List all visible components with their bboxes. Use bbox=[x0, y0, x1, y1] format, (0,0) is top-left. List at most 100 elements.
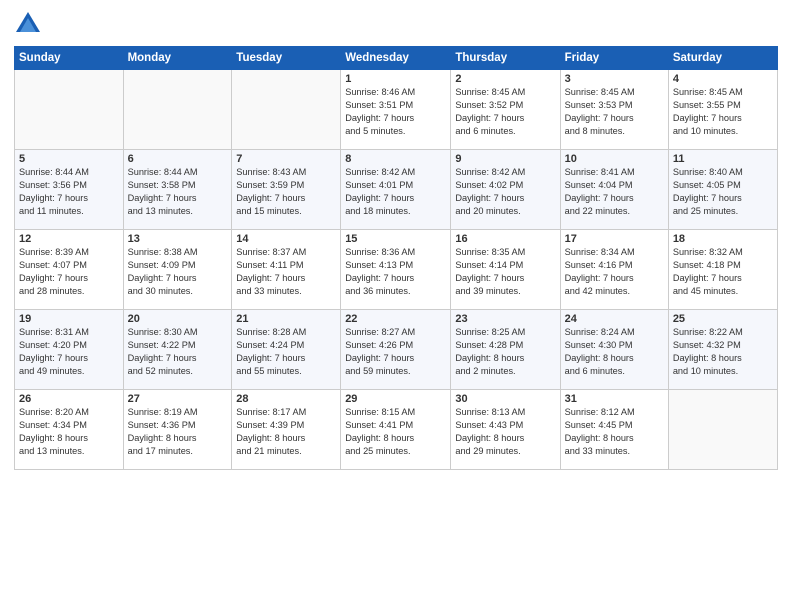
day-number: 30 bbox=[455, 393, 555, 405]
cell-content: Sunrise: 8:24 AM Sunset: 4:30 PM Dayligh… bbox=[565, 326, 664, 378]
cell-content: Sunrise: 8:40 AM Sunset: 4:05 PM Dayligh… bbox=[673, 166, 773, 218]
cell-content: Sunrise: 8:15 AM Sunset: 4:41 PM Dayligh… bbox=[345, 406, 446, 458]
cell-content: Sunrise: 8:28 AM Sunset: 4:24 PM Dayligh… bbox=[236, 326, 336, 378]
day-number: 31 bbox=[565, 393, 664, 405]
weekday-header-monday: Monday bbox=[123, 47, 232, 70]
calendar-week-5: 26Sunrise: 8:20 AM Sunset: 4:34 PM Dayli… bbox=[15, 390, 778, 470]
calendar-cell: 19Sunrise: 8:31 AM Sunset: 4:20 PM Dayli… bbox=[15, 310, 124, 390]
cell-content: Sunrise: 8:12 AM Sunset: 4:45 PM Dayligh… bbox=[565, 406, 664, 458]
calendar-cell bbox=[123, 70, 232, 150]
calendar-week-4: 19Sunrise: 8:31 AM Sunset: 4:20 PM Dayli… bbox=[15, 310, 778, 390]
day-number: 6 bbox=[128, 153, 228, 165]
calendar-cell: 18Sunrise: 8:32 AM Sunset: 4:18 PM Dayli… bbox=[668, 230, 777, 310]
calendar-cell: 12Sunrise: 8:39 AM Sunset: 4:07 PM Dayli… bbox=[15, 230, 124, 310]
cell-content: Sunrise: 8:17 AM Sunset: 4:39 PM Dayligh… bbox=[236, 406, 336, 458]
cell-content: Sunrise: 8:45 AM Sunset: 3:53 PM Dayligh… bbox=[565, 86, 664, 138]
calendar-week-1: 1Sunrise: 8:46 AM Sunset: 3:51 PM Daylig… bbox=[15, 70, 778, 150]
cell-content: Sunrise: 8:32 AM Sunset: 4:18 PM Dayligh… bbox=[673, 246, 773, 298]
day-number: 5 bbox=[19, 153, 119, 165]
cell-content: Sunrise: 8:37 AM Sunset: 4:11 PM Dayligh… bbox=[236, 246, 336, 298]
cell-content: Sunrise: 8:22 AM Sunset: 4:32 PM Dayligh… bbox=[673, 326, 773, 378]
cell-content: Sunrise: 8:44 AM Sunset: 3:56 PM Dayligh… bbox=[19, 166, 119, 218]
day-number: 23 bbox=[455, 313, 555, 325]
calendar-cell: 24Sunrise: 8:24 AM Sunset: 4:30 PM Dayli… bbox=[560, 310, 668, 390]
calendar-cell: 20Sunrise: 8:30 AM Sunset: 4:22 PM Dayli… bbox=[123, 310, 232, 390]
day-number: 4 bbox=[673, 73, 773, 85]
calendar-cell: 23Sunrise: 8:25 AM Sunset: 4:28 PM Dayli… bbox=[451, 310, 560, 390]
day-number: 17 bbox=[565, 233, 664, 245]
calendar-cell bbox=[668, 390, 777, 470]
cell-content: Sunrise: 8:42 AM Sunset: 4:02 PM Dayligh… bbox=[455, 166, 555, 218]
day-number: 27 bbox=[128, 393, 228, 405]
calendar-cell bbox=[15, 70, 124, 150]
calendar-week-2: 5Sunrise: 8:44 AM Sunset: 3:56 PM Daylig… bbox=[15, 150, 778, 230]
day-number: 16 bbox=[455, 233, 555, 245]
day-number: 22 bbox=[345, 313, 446, 325]
calendar-table: SundayMondayTuesdayWednesdayThursdayFrid… bbox=[14, 46, 778, 470]
calendar-cell: 10Sunrise: 8:41 AM Sunset: 4:04 PM Dayli… bbox=[560, 150, 668, 230]
day-number: 28 bbox=[236, 393, 336, 405]
calendar-cell: 28Sunrise: 8:17 AM Sunset: 4:39 PM Dayli… bbox=[232, 390, 341, 470]
calendar-week-3: 12Sunrise: 8:39 AM Sunset: 4:07 PM Dayli… bbox=[15, 230, 778, 310]
weekday-header-row: SundayMondayTuesdayWednesdayThursdayFrid… bbox=[15, 47, 778, 70]
calendar-cell: 4Sunrise: 8:45 AM Sunset: 3:55 PM Daylig… bbox=[668, 70, 777, 150]
weekday-header-friday: Friday bbox=[560, 47, 668, 70]
day-number: 11 bbox=[673, 153, 773, 165]
calendar-cell: 1Sunrise: 8:46 AM Sunset: 3:51 PM Daylig… bbox=[341, 70, 451, 150]
calendar-cell: 2Sunrise: 8:45 AM Sunset: 3:52 PM Daylig… bbox=[451, 70, 560, 150]
cell-content: Sunrise: 8:36 AM Sunset: 4:13 PM Dayligh… bbox=[345, 246, 446, 298]
cell-content: Sunrise: 8:31 AM Sunset: 4:20 PM Dayligh… bbox=[19, 326, 119, 378]
day-number: 18 bbox=[673, 233, 773, 245]
calendar-cell: 7Sunrise: 8:43 AM Sunset: 3:59 PM Daylig… bbox=[232, 150, 341, 230]
cell-content: Sunrise: 8:20 AM Sunset: 4:34 PM Dayligh… bbox=[19, 406, 119, 458]
calendar-cell: 5Sunrise: 8:44 AM Sunset: 3:56 PM Daylig… bbox=[15, 150, 124, 230]
cell-content: Sunrise: 8:25 AM Sunset: 4:28 PM Dayligh… bbox=[455, 326, 555, 378]
day-number: 20 bbox=[128, 313, 228, 325]
day-number: 9 bbox=[455, 153, 555, 165]
calendar-cell: 15Sunrise: 8:36 AM Sunset: 4:13 PM Dayli… bbox=[341, 230, 451, 310]
cell-content: Sunrise: 8:43 AM Sunset: 3:59 PM Dayligh… bbox=[236, 166, 336, 218]
day-number: 24 bbox=[565, 313, 664, 325]
calendar-cell: 31Sunrise: 8:12 AM Sunset: 4:45 PM Dayli… bbox=[560, 390, 668, 470]
weekday-header-thursday: Thursday bbox=[451, 47, 560, 70]
day-number: 3 bbox=[565, 73, 664, 85]
day-number: 15 bbox=[345, 233, 446, 245]
weekday-header-wednesday: Wednesday bbox=[341, 47, 451, 70]
day-number: 14 bbox=[236, 233, 336, 245]
calendar-cell: 17Sunrise: 8:34 AM Sunset: 4:16 PM Dayli… bbox=[560, 230, 668, 310]
cell-content: Sunrise: 8:44 AM Sunset: 3:58 PM Dayligh… bbox=[128, 166, 228, 218]
day-number: 29 bbox=[345, 393, 446, 405]
cell-content: Sunrise: 8:19 AM Sunset: 4:36 PM Dayligh… bbox=[128, 406, 228, 458]
calendar-cell: 22Sunrise: 8:27 AM Sunset: 4:26 PM Dayli… bbox=[341, 310, 451, 390]
cell-content: Sunrise: 8:27 AM Sunset: 4:26 PM Dayligh… bbox=[345, 326, 446, 378]
logo bbox=[14, 10, 46, 38]
weekday-header-saturday: Saturday bbox=[668, 47, 777, 70]
day-number: 2 bbox=[455, 73, 555, 85]
calendar-cell: 11Sunrise: 8:40 AM Sunset: 4:05 PM Dayli… bbox=[668, 150, 777, 230]
cell-content: Sunrise: 8:41 AM Sunset: 4:04 PM Dayligh… bbox=[565, 166, 664, 218]
cell-content: Sunrise: 8:45 AM Sunset: 3:55 PM Dayligh… bbox=[673, 86, 773, 138]
calendar-cell: 13Sunrise: 8:38 AM Sunset: 4:09 PM Dayli… bbox=[123, 230, 232, 310]
calendar-cell: 16Sunrise: 8:35 AM Sunset: 4:14 PM Dayli… bbox=[451, 230, 560, 310]
cell-content: Sunrise: 8:39 AM Sunset: 4:07 PM Dayligh… bbox=[19, 246, 119, 298]
cell-content: Sunrise: 8:42 AM Sunset: 4:01 PM Dayligh… bbox=[345, 166, 446, 218]
day-number: 7 bbox=[236, 153, 336, 165]
calendar-cell: 26Sunrise: 8:20 AM Sunset: 4:34 PM Dayli… bbox=[15, 390, 124, 470]
day-number: 25 bbox=[673, 313, 773, 325]
calendar-cell: 21Sunrise: 8:28 AM Sunset: 4:24 PM Dayli… bbox=[232, 310, 341, 390]
cell-content: Sunrise: 8:13 AM Sunset: 4:43 PM Dayligh… bbox=[455, 406, 555, 458]
cell-content: Sunrise: 8:38 AM Sunset: 4:09 PM Dayligh… bbox=[128, 246, 228, 298]
calendar-cell: 3Sunrise: 8:45 AM Sunset: 3:53 PM Daylig… bbox=[560, 70, 668, 150]
cell-content: Sunrise: 8:30 AM Sunset: 4:22 PM Dayligh… bbox=[128, 326, 228, 378]
weekday-header-sunday: Sunday bbox=[15, 47, 124, 70]
page-container: SundayMondayTuesdayWednesdayThursdayFrid… bbox=[0, 0, 792, 612]
day-number: 13 bbox=[128, 233, 228, 245]
calendar-cell: 6Sunrise: 8:44 AM Sunset: 3:58 PM Daylig… bbox=[123, 150, 232, 230]
calendar-cell: 30Sunrise: 8:13 AM Sunset: 4:43 PM Dayli… bbox=[451, 390, 560, 470]
cell-content: Sunrise: 8:35 AM Sunset: 4:14 PM Dayligh… bbox=[455, 246, 555, 298]
day-number: 19 bbox=[19, 313, 119, 325]
day-number: 8 bbox=[345, 153, 446, 165]
logo-icon bbox=[14, 10, 42, 38]
day-number: 10 bbox=[565, 153, 664, 165]
calendar-cell: 25Sunrise: 8:22 AM Sunset: 4:32 PM Dayli… bbox=[668, 310, 777, 390]
